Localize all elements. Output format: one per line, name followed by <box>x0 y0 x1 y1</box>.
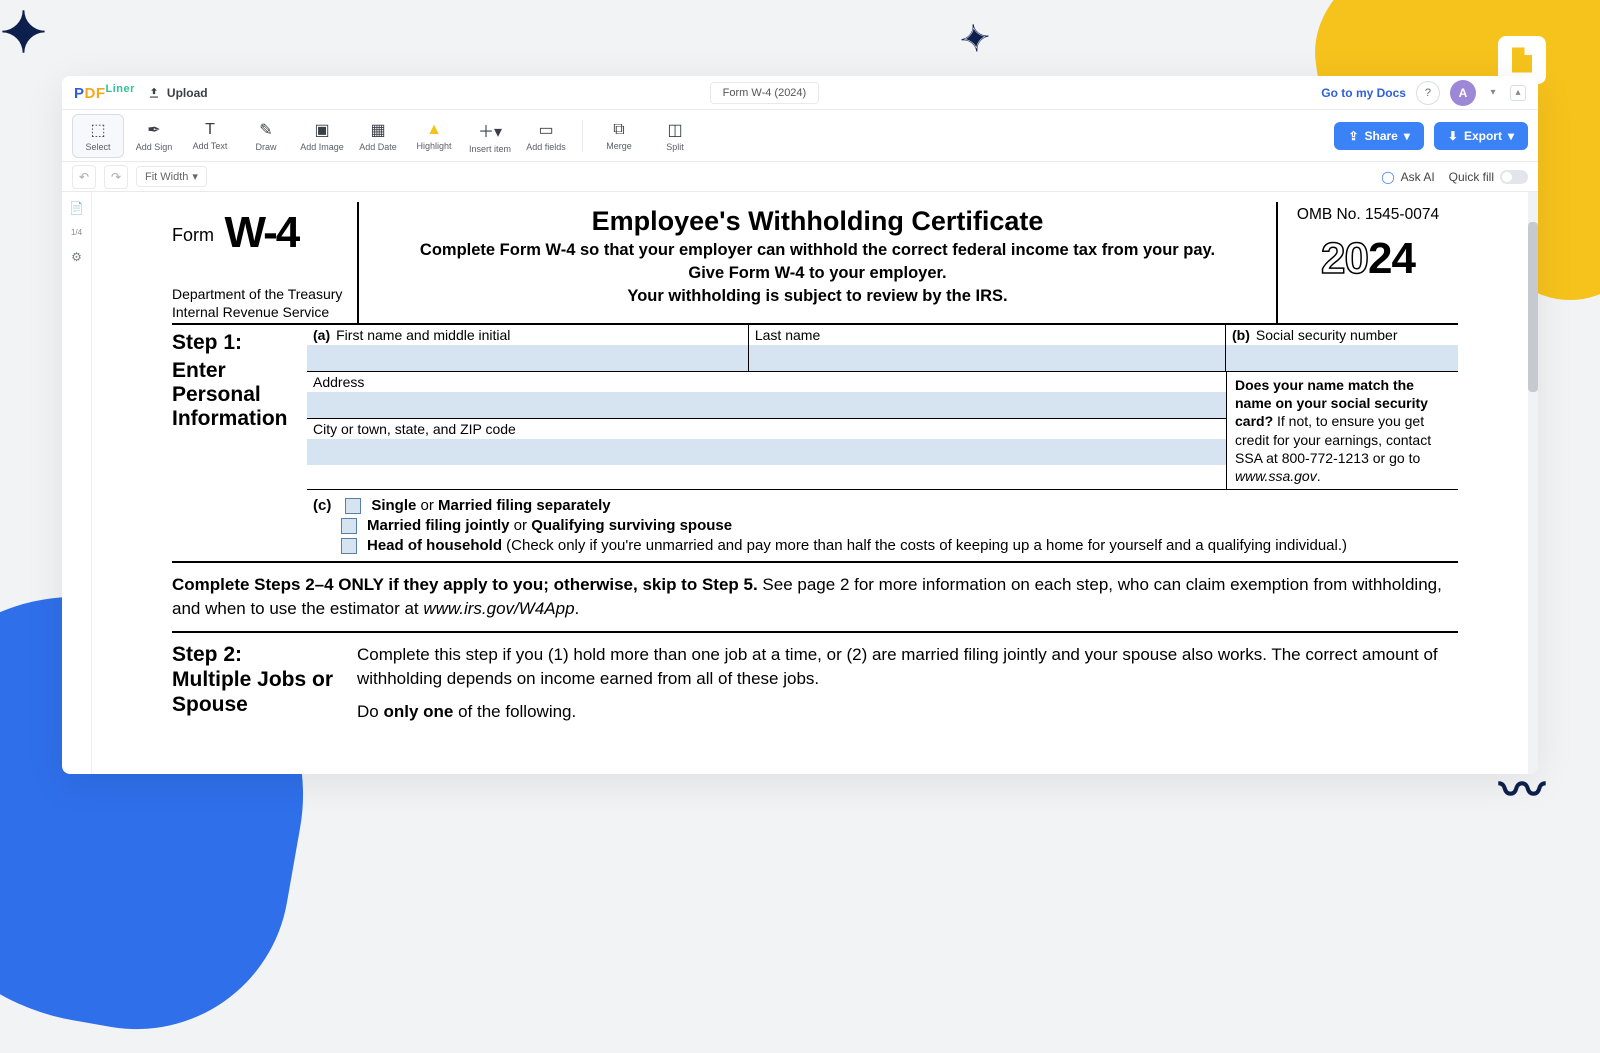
signature-icon: ✒ <box>147 120 160 140</box>
form-subtitle-3: Your withholding is subject to review by… <box>369 285 1266 308</box>
checkbox-married-joint[interactable] <box>341 518 357 534</box>
fields-icon: ▭ <box>538 120 553 140</box>
form-subtitle-2: Give Form W-4 to your employer. <box>369 262 1266 285</box>
download-icon: ⬇ <box>1448 129 1458 143</box>
tool-split[interactable]: ◫Split <box>649 114 701 158</box>
scrollbar-thumb[interactable] <box>1528 222 1538 392</box>
chevron-down-icon: ▾ <box>1508 129 1514 143</box>
label-last-name: Last name <box>749 325 1225 345</box>
upload-label: Upload <box>167 86 208 100</box>
upload-icon <box>147 86 161 100</box>
bg-paint-mark-1: ✦ <box>0 0 47 66</box>
tool-draw[interactable]: ✎Draw <box>240 114 292 158</box>
address-field[interactable] <box>307 392 1226 418</box>
left-rail: 📄 1/4 ⚙ <box>62 192 92 774</box>
city-field[interactable] <box>307 439 1226 465</box>
cursor-icon: ⬚ <box>90 120 105 140</box>
document-title-chip[interactable]: Form W-4 (2024) <box>710 82 820 104</box>
page-indicator: 1/4 <box>71 228 82 237</box>
steps-2-4-instruction: Complete Steps 2–4 ONLY if they apply to… <box>172 563 1458 633</box>
chevron-down-icon: ▾ <box>192 170 198 183</box>
toggle-icon <box>1500 170 1528 184</box>
chevron-down-icon: ▾ <box>1404 129 1410 143</box>
help-button[interactable]: ? <box>1416 81 1440 105</box>
toolbar-separator <box>582 120 583 152</box>
workspace: 📄 1/4 ⚙ Form W-4 Department of the Treas… <box>62 192 1538 774</box>
first-name-field[interactable] <box>307 345 748 371</box>
department-lines: Department of the Treasury Internal Reve… <box>172 286 355 321</box>
form-id: W-4 <box>224 208 298 258</box>
step2-title: Multiple Jobs or Spouse <box>172 667 357 717</box>
main-toolbar: ⬚Select ✒Add Sign TAdd Text ✎Draw ▣Add I… <box>62 110 1538 162</box>
step2-paragraph-1: Complete this step if you (1) hold more … <box>357 643 1458 691</box>
last-name-field[interactable] <box>749 345 1225 371</box>
tool-insert-item[interactable]: ＋▾Insert item <box>464 114 516 158</box>
document-canvas[interactable]: Form W-4 Department of the Treasury Inte… <box>92 192 1538 774</box>
form-word: Form <box>172 225 214 245</box>
step2-number: Step 2: <box>172 643 357 667</box>
scrollbar-track[interactable] <box>1528 192 1538 774</box>
label-first-name: First name and middle initial <box>336 327 510 343</box>
omb-number: OMB No. 1545-0074 <box>1284 206 1452 224</box>
calendar-icon: ▦ <box>370 120 385 140</box>
avatar[interactable]: A <box>1450 80 1476 106</box>
label-ssn: Social security number <box>1256 327 1398 343</box>
share-icon: ⇪ <box>1348 129 1358 143</box>
app-logo: PDFLiner <box>74 83 135 102</box>
quick-fill-toggle[interactable]: Quick fill <box>1449 170 1528 184</box>
upload-button[interactable]: Upload <box>147 86 208 100</box>
checkbox-head-household[interactable] <box>341 538 357 554</box>
step1-title: Enter Personal Information <box>172 359 303 431</box>
form-title: Employee's Withholding Certificate <box>369 206 1266 237</box>
text-icon: T <box>205 121 215 139</box>
undo-button[interactable]: ↶ <box>72 165 96 189</box>
sub-toolbar: ↶ ↷ Fit Width ▾ ◯ Ask AI Quick fill <box>62 162 1538 192</box>
tool-add-image[interactable]: ▣Add Image <box>296 114 348 158</box>
pencil-icon: ✎ <box>259 120 272 140</box>
share-button[interactable]: ⇪ Share ▾ <box>1334 122 1423 150</box>
ssn-field[interactable] <box>1226 345 1458 371</box>
tool-add-sign[interactable]: ✒Add Sign <box>128 114 180 158</box>
tool-add-fields[interactable]: ▭Add fields <box>520 114 572 158</box>
name-match-note: Does your name match the name on your so… <box>1226 372 1458 489</box>
account-menu-caret[interactable]: ▾ <box>1486 86 1500 100</box>
settings-button[interactable]: ⚙ <box>67 247 87 267</box>
label-address: Address <box>307 372 1226 392</box>
pages-panel-button[interactable]: 📄 <box>67 198 87 218</box>
tax-year: 2024 <box>1284 234 1452 284</box>
checkbox-single[interactable] <box>345 498 361 514</box>
tool-highlight[interactable]: ▲Highlight <box>408 114 460 158</box>
header-bar: PDFLiner Upload Form W-4 (2024) Go to my… <box>62 76 1538 110</box>
go-to-docs-button[interactable]: Go to my Docs <box>1321 86 1406 100</box>
tool-merge[interactable]: ⧉Merge <box>593 114 645 158</box>
sparkle-icon: ◯ <box>1381 170 1394 184</box>
collapse-panel-button[interactable]: ▴ <box>1510 85 1526 101</box>
split-icon: ◫ <box>667 120 682 140</box>
highlighter-icon: ▲ <box>426 121 442 139</box>
image-icon: ▣ <box>314 120 329 140</box>
form-subtitle-1: Complete Form W-4 so that your employer … <box>369 239 1266 262</box>
bg-paint-mark-2: ✦ <box>957 16 993 62</box>
tool-add-date[interactable]: ▦Add Date <box>352 114 404 158</box>
app-window: PDFLiner Upload Form W-4 (2024) Go to my… <box>62 76 1538 774</box>
form-w4-page: Form W-4 Department of the Treasury Inte… <box>172 202 1458 734</box>
redo-button[interactable]: ↷ <box>104 165 128 189</box>
tool-add-text[interactable]: TAdd Text <box>184 114 236 158</box>
step2-paragraph-2: Do only one of the following. <box>357 700 1458 724</box>
ask-ai-button[interactable]: ◯ Ask AI <box>1381 170 1434 184</box>
export-button[interactable]: ⬇ Export ▾ <box>1434 122 1528 150</box>
label-city: City or town, state, and ZIP code <box>307 419 1226 439</box>
tool-select[interactable]: ⬚Select <box>72 114 124 158</box>
merge-icon: ⧉ <box>613 121 624 139</box>
plus-icon: ＋▾ <box>478 118 502 142</box>
zoom-select[interactable]: Fit Width ▾ <box>136 166 207 187</box>
step1-number: Step 1: <box>172 331 303 355</box>
